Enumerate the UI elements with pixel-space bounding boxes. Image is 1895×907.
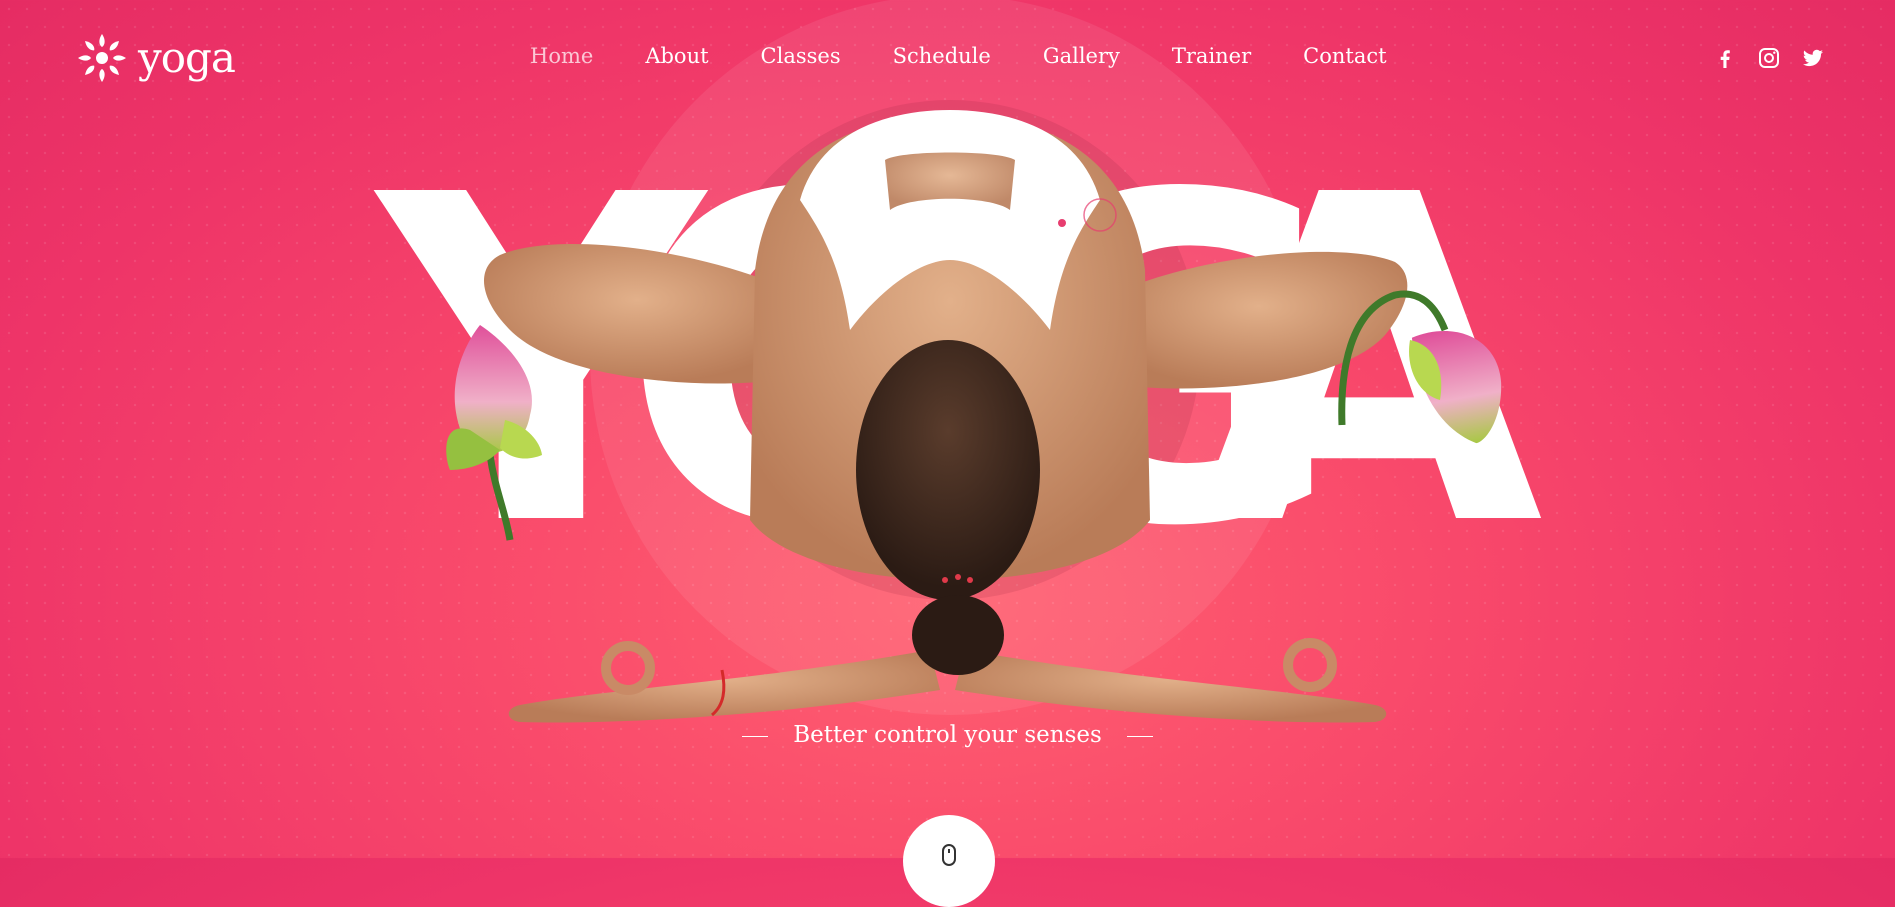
lotus-bud-left bbox=[446, 325, 542, 541]
tagline-divider-right bbox=[1127, 735, 1154, 737]
lotus-bud-right bbox=[1338, 290, 1502, 444]
tagline-text: Better control your senses bbox=[793, 722, 1102, 748]
mouse-scroll-icon bbox=[942, 844, 956, 866]
tagline-divider-left bbox=[741, 735, 768, 737]
head bbox=[856, 340, 1040, 600]
hero-tagline: Better control your senses bbox=[0, 722, 1895, 748]
scroll-down-button[interactable] bbox=[903, 815, 995, 907]
